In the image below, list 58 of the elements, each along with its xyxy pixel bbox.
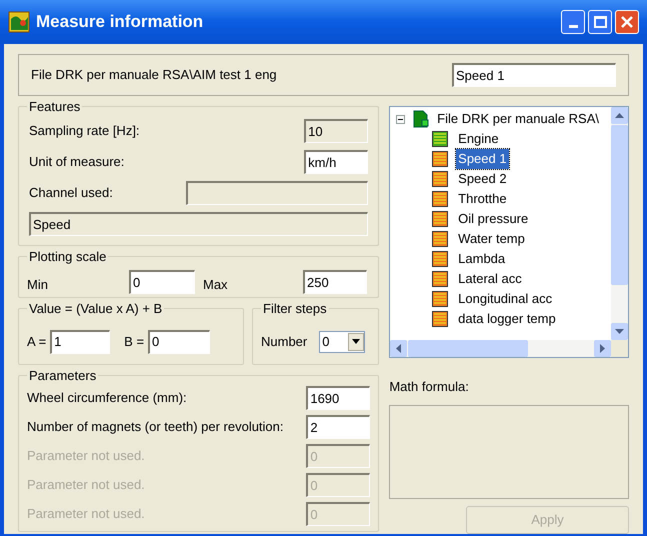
tree-item[interactable]: Throtthe: [456, 189, 509, 209]
tree-item[interactable]: Lateral acc: [456, 269, 524, 289]
tree-item[interactable]: data logger temp: [456, 309, 558, 329]
tree-item[interactable]: Longitudinal acc: [456, 289, 554, 309]
field-label: Min: [27, 276, 49, 294]
tree-item[interactable]: Lambda: [456, 249, 508, 269]
type-field[interactable]: Speed: [29, 212, 368, 236]
field-label: Parameter not used.: [27, 476, 145, 494]
number-dropdown[interactable]: 0: [319, 330, 366, 352]
app-icon: [8, 11, 30, 33]
field-label: A =: [27, 332, 46, 351]
name-field[interactable]: Speed 1: [452, 63, 616, 87]
minimize-button[interactable]: [561, 10, 585, 34]
horizontal-scrollbar[interactable]: [390, 340, 628, 357]
unit-field[interactable]: km/h: [304, 150, 368, 174]
field-label: File DRK per manuale RSA\AIM test 1 eng: [31, 66, 277, 84]
b-field[interactable]: 0: [148, 330, 210, 354]
field-label: B =: [124, 332, 144, 351]
tree-item[interactable]: Water temp: [456, 229, 527, 249]
tree-item[interactable]: Speed 2: [456, 169, 509, 189]
tree-item[interactable]: Speed 1: [456, 149, 509, 169]
window-title: Measure information: [36, 11, 204, 34]
field-label: Math formula:: [389, 378, 470, 396]
sampling-rate-field[interactable]: 10: [304, 119, 368, 143]
scroll-thumb[interactable]: [408, 340, 528, 357]
close-button[interactable]: [615, 10, 639, 34]
field-label: Channel used:: [29, 184, 113, 202]
min-field[interactable]: 0: [129, 270, 195, 294]
max-field[interactable]: 250: [303, 270, 367, 294]
scroll-right-icon[interactable]: [594, 340, 611, 357]
scroll-left-icon[interactable]: [390, 340, 408, 357]
a-field[interactable]: 1: [50, 330, 110, 354]
field-label: Number: [261, 332, 308, 351]
tree-root-label[interactable]: File DRK per manuale RSA\: [437, 109, 599, 129]
dropdown-value: 0: [321, 332, 330, 351]
field-label: Parameter not used.: [27, 447, 145, 466]
field-label: Max: [203, 276, 229, 294]
tree-item[interactable]: Engine: [456, 129, 501, 149]
field-label: Unit of measure:: [29, 153, 124, 172]
field-label: Number of magnets (or teeth) per revolution:: [27, 418, 284, 436]
parameter-field[interactable]: 1690: [306, 386, 370, 410]
scroll-up-icon[interactable]: [611, 107, 628, 124]
scroll-thumb[interactable]: [611, 125, 628, 285]
minimize-icon: [568, 25, 578, 28]
vertical-scrollbar[interactable]: [611, 107, 628, 340]
maximize-button[interactable]: [588, 10, 612, 34]
scroll-down-icon[interactable]: [611, 323, 628, 340]
field-label: Sampling rate [Hz]:: [29, 122, 140, 140]
tree-item[interactable]: Oil pressure: [456, 209, 530, 229]
channel-field[interactable]: [186, 181, 368, 205]
parameter-field[interactable]: 2: [306, 415, 370, 439]
scrollbar-corner: [611, 340, 628, 357]
close-icon: [621, 16, 633, 28]
maximize-icon: [594, 16, 606, 28]
collapse-icon[interactable]: [396, 114, 406, 124]
field-label: Wheel circumference (mm):: [27, 389, 187, 408]
file-icon: [413, 110, 430, 128]
field-label: Parameter not used.: [27, 505, 145, 524]
